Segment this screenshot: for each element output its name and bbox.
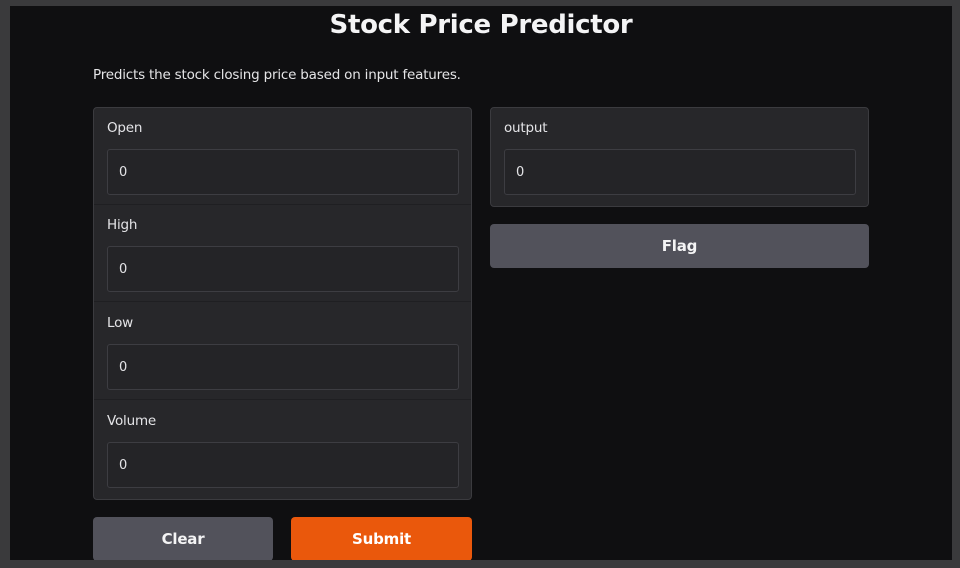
inputs-panel: Open High Low Volume [93, 107, 472, 500]
volume-input[interactable] [107, 442, 459, 488]
high-input[interactable] [107, 246, 459, 292]
field-volume: Volume [94, 401, 471, 498]
output-field[interactable] [504, 149, 856, 195]
field-high: High [94, 205, 471, 302]
field-label-low: Low [107, 315, 133, 331]
field-label-open: Open [107, 120, 143, 136]
low-input[interactable] [107, 344, 459, 390]
app-frame: Stock Price Predictor Predicts the stock… [10, 6, 952, 560]
field-label-volume: Volume [107, 413, 157, 429]
field-label-high: High [107, 217, 138, 233]
open-input[interactable] [107, 149, 459, 195]
page-title: Stock Price Predictor [329, 10, 633, 40]
field-open: Open [94, 108, 471, 205]
output-panel: output [490, 107, 869, 207]
page-description: Predicts the stock closing price based o… [93, 67, 461, 83]
submit-button[interactable]: Submit [291, 517, 472, 560]
field-low: Low [94, 303, 471, 400]
flag-button[interactable]: Flag [490, 224, 869, 268]
output-label: output [504, 120, 548, 136]
clear-button[interactable]: Clear [93, 517, 273, 560]
